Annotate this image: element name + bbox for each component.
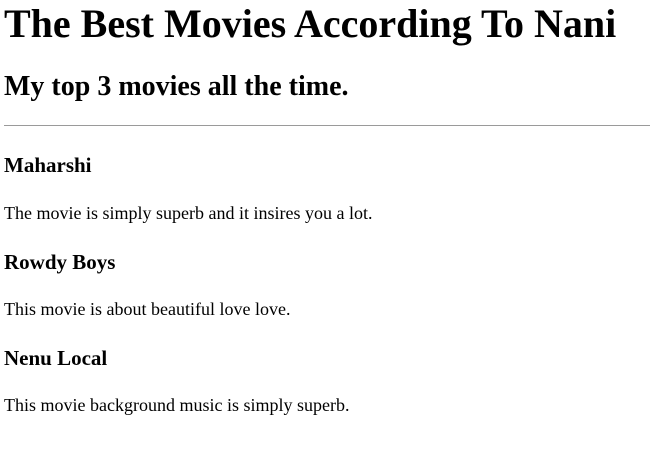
page-title: The Best Movies According To Nani [4, 1, 617, 46]
movie-description: The movie is simply superb and it insire… [4, 203, 373, 223]
page-subtitle: My top 3 movies all the time. [4, 71, 349, 102]
movie-description: This movie background music is simply su… [4, 395, 350, 415]
movie-title: Rowdy Boys [4, 250, 116, 274]
movie-entry: Maharshi The movie is simply superb and … [4, 153, 650, 224]
page-content: The Best Movies According To Nani My top… [0, 0, 650, 416]
movie-description: This movie is about beautiful love love. [4, 299, 291, 319]
movie-entry: Nenu Local This movie background music i… [4, 346, 650, 416]
movie-title: Maharshi [4, 153, 92, 177]
divider [4, 125, 650, 126]
movie-title: Nenu Local [4, 346, 108, 370]
movie-entry: Rowdy Boys This movie is about beautiful… [4, 250, 650, 320]
